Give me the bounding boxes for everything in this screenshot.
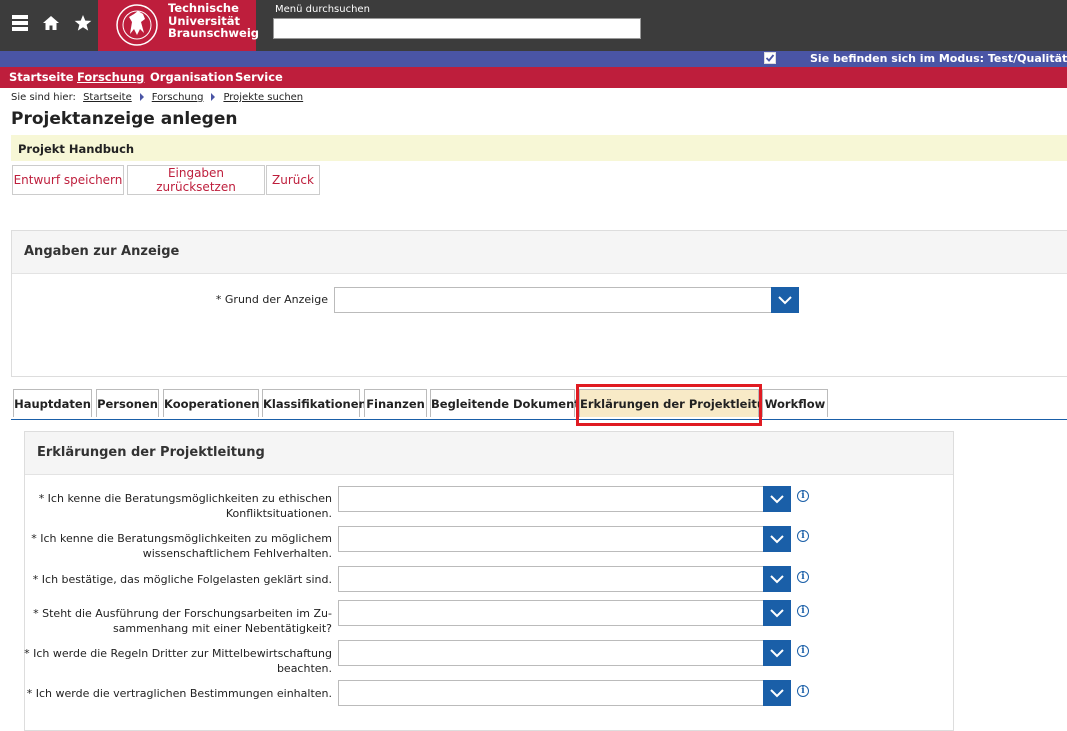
question-2-label: * Ich kenne die Beratungsmöglichkeiten z…	[31, 532, 332, 560]
chevron-down-icon[interactable]	[763, 640, 791, 666]
tab-underline	[11, 419, 1067, 420]
university-seal-icon	[116, 4, 158, 46]
tab-hauptdaten[interactable]: Hauptdaten	[13, 389, 92, 417]
project-handbook-bar[interactable]: Projekt Handbuch	[11, 135, 1067, 161]
mode-checkbox[interactable]	[764, 52, 776, 64]
question-5-select[interactable]	[338, 640, 791, 666]
info-icon[interactable]: i	[797, 605, 809, 617]
chevron-down-icon[interactable]	[763, 526, 791, 552]
university-name-line-1: Technische	[168, 1, 239, 15]
mode-bar: Sie befinden sich im Modus: Test/Qualitä…	[0, 51, 1067, 67]
info-icon[interactable]: i	[797, 645, 809, 657]
question-2-select[interactable]	[338, 526, 791, 552]
hamburger-menu-icon[interactable]	[10, 13, 30, 33]
menu-search-input[interactable]	[273, 18, 641, 39]
tab-klassifikationen[interactable]: Klassifikationen	[262, 389, 367, 417]
info-icon[interactable]: i	[797, 530, 809, 542]
question-4-select[interactable]	[338, 600, 791, 626]
breadcrumb-separator-icon	[139, 93, 144, 101]
nav-item-organisation[interactable]: Organisation	[150, 70, 234, 84]
chevron-down-icon[interactable]	[763, 486, 791, 512]
back-button[interactable]: Zurück	[266, 165, 320, 195]
menu-search-label: Menü durchsuchen	[275, 4, 370, 15]
chevron-down-icon[interactable]	[763, 566, 791, 592]
breadcrumb-startseite[interactable]: Startseite	[83, 92, 132, 103]
main-navigation: Startseite Forschung Organisation Servic…	[0, 67, 1067, 88]
top-bar: Technische Universität Braunschweig Menü…	[0, 0, 1067, 51]
info-icon[interactable]: i	[797, 571, 809, 583]
breadcrumb: Sie sind hier: Startseite Forschung Projek…	[11, 92, 303, 103]
chevron-down-icon[interactable]	[763, 680, 791, 706]
home-icon[interactable]	[41, 13, 61, 33]
reason-select[interactable]	[334, 287, 799, 313]
reset-inputs-button[interactable]: Eingaben zurücksetzen	[127, 165, 265, 195]
question-5-label: * Ich werde die Regeln Dritter zur Mitte…	[24, 647, 332, 675]
question-4-label: * Steht die Ausführung der Forschungsarb…	[33, 607, 332, 635]
nav-item-forschung[interactable]: Forschung	[77, 70, 144, 84]
nav-item-startseite[interactable]: Startseite	[9, 70, 74, 84]
tab-erklaerungen-der-projektleitung[interactable]: Erklärungen der Projektleitung	[579, 389, 782, 417]
project-handbook-label: Projekt Handbuch	[18, 142, 135, 156]
question-1-label: * Ich kenne die Beratungsmöglichkeiten z…	[38, 492, 332, 520]
breadcrumb-projekte-suchen[interactable]: Projekte suchen	[223, 92, 303, 103]
breadcrumb-separator-icon	[211, 93, 216, 101]
tab-begleitende-dokumente[interactable]: Begleitende Dokumente	[430, 389, 588, 417]
page-title: Projektanzeige anlegen	[11, 109, 238, 129]
university-logo[interactable]: Technische Universität Braunschweig	[98, 0, 260, 51]
save-draft-button[interactable]: Entwurf speichern	[12, 165, 124, 195]
info-icon[interactable]: i	[797, 685, 809, 697]
question-1-select[interactable]	[338, 486, 791, 512]
reason-label: * Grund der Anzeige	[215, 293, 328, 306]
announcement-heading: Angaben zur Anzeige	[24, 244, 180, 259]
chevron-down-icon[interactable]	[763, 600, 791, 626]
mode-status-text: Sie befinden sich im Modus: Test/Qualitä…	[810, 52, 1067, 65]
nav-item-service[interactable]: Service	[235, 70, 283, 84]
chevron-down-icon[interactable]	[771, 287, 799, 313]
breadcrumb-forschung[interactable]: Forschung	[152, 92, 204, 103]
declarations-panel-header: Erklärungen der Projektleitung	[25, 432, 953, 475]
breadcrumb-prefix: Sie sind hier:	[11, 92, 76, 103]
question-3-select[interactable]	[338, 566, 791, 592]
info-icon[interactable]: i	[797, 490, 809, 502]
university-name-line-3: Braunschweig	[168, 26, 260, 40]
tab-kooperationen[interactable]: Kooperationen	[163, 389, 260, 417]
announcement-panel-header: Angaben zur Anzeige	[12, 231, 1067, 274]
star-icon[interactable]	[73, 13, 93, 33]
question-6-label: * Ich werde die vertraglichen Bestimmung…	[26, 687, 332, 700]
question-6-select[interactable]	[338, 680, 791, 706]
tab-personen[interactable]: Personen	[96, 389, 159, 417]
question-3-label: * Ich bestätige, das mögliche Folgelaste…	[32, 573, 332, 586]
tab-finanzen[interactable]: Finanzen	[364, 389, 427, 417]
tab-workflow[interactable]: Workflow	[762, 389, 828, 417]
checkmark-icon	[765, 54, 775, 62]
declarations-heading: Erklärungen der Projektleitung	[37, 445, 265, 460]
